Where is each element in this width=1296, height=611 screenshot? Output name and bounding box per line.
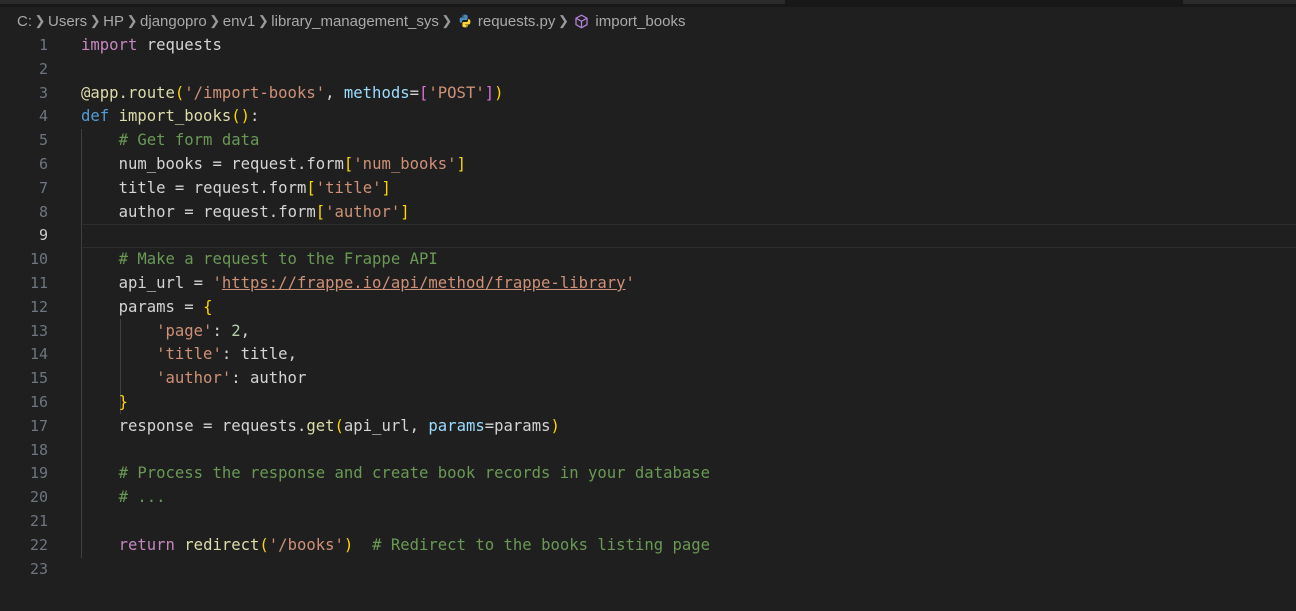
breadcrumb-item[interactable]: library_management_sys <box>271 13 439 30</box>
line-text: params = { <box>118 297 213 316</box>
code-line[interactable]: 8 author = request.form['author'] <box>0 201 1296 225</box>
breadcrumb-item[interactable]: Users <box>48 13 87 30</box>
line-text: author = request.form['author'] <box>118 202 410 221</box>
breadcrumb: C: ❯ Users ❯ HP ❯ djangopro ❯ env1 ❯ lib… <box>17 10 685 32</box>
code-line[interactable]: 22 return redirect('/books') # Redirect … <box>0 534 1296 558</box>
line-number: 1 <box>38 36 48 54</box>
breadcrumb-item[interactable]: djangopro <box>140 13 207 30</box>
code-line[interactable]: 4 def import_books(): <box>0 105 1296 129</box>
code-line[interactable]: 12 params = { <box>0 296 1296 320</box>
line-text: # Process the response and create book r… <box>118 464 711 483</box>
line-text: return redirect('/books') # Redirect to … <box>118 535 711 554</box>
line-number: 2 <box>38 59 48 78</box>
code-line[interactable]: 15 'author': author <box>0 367 1296 391</box>
code-line[interactable]: 3 @app.route('/import-books', methods=['P… <box>0 82 1296 106</box>
line-text: # Get form data <box>118 131 260 150</box>
line-text: api_url = 'https://frappe.io/api/method/… <box>118 273 635 292</box>
code-line[interactable]: 1 import requests <box>0 34 1296 58</box>
line-text: 'author': author <box>156 369 307 388</box>
code-line[interactable]: 9 <box>0 224 1296 248</box>
tab-bar-segment <box>1183 0 1296 4</box>
line-text: # ... <box>118 488 166 507</box>
code-line[interactable]: 14 'title': title, <box>0 343 1296 367</box>
chevron-right-icon: ❯ <box>89 13 101 28</box>
line-number: 10 <box>29 250 48 269</box>
line-number: 20 <box>29 488 48 507</box>
line-number: 11 <box>29 273 48 292</box>
chevron-right-icon: ❯ <box>34 13 46 28</box>
line-number: 9 <box>38 226 48 245</box>
line-text: @app.route('/import-books', methods=['PO… <box>81 83 504 102</box>
code-editor: C: ❯ Users ❯ HP ❯ djangopro ❯ env1 ❯ lib… <box>0 0 1296 611</box>
line-number: 13 <box>29 321 48 340</box>
tab-bar-strip <box>0 0 1296 7</box>
code-line[interactable]: 21 <box>0 510 1296 534</box>
code-line[interactable]: 18 <box>0 439 1296 463</box>
chevron-right-icon: ❯ <box>257 13 269 28</box>
line-number: 17 <box>29 416 48 435</box>
breadcrumb-item[interactable]: HP <box>103 13 124 30</box>
code-line[interactable]: 10 # Make a request to the Frappe API <box>0 248 1296 272</box>
code-line[interactable]: 16 } <box>0 391 1296 415</box>
code-line[interactable]: 20 # ... <box>0 486 1296 510</box>
line-number: 14 <box>29 345 48 364</box>
chevron-right-icon: ❯ <box>209 13 221 28</box>
line-number: 23 <box>29 559 48 578</box>
line-text: num_books = request.form['num_books'] <box>118 154 466 173</box>
code-line[interactable]: 6 num_books = request.form['num_books'] <box>0 153 1296 177</box>
line-text: response = requests.get(api_url, params=… <box>118 416 560 435</box>
code-line[interactable]: 11 api_url = 'https://frappe.io/api/meth… <box>0 272 1296 296</box>
python-icon <box>458 14 472 28</box>
line-number: 8 <box>38 202 48 221</box>
line-number: 22 <box>29 535 48 554</box>
code-line[interactable]: 13 'page': 2, <box>0 320 1296 344</box>
code-line[interactable]: 2 <box>0 58 1296 82</box>
line-number: 5 <box>38 131 48 150</box>
code-area[interactable]: 1 import requests 2 3 @app.route('/import-bo… <box>0 34 1296 581</box>
line-number: 12 <box>29 297 48 316</box>
line-text: 'page': 2, <box>156 321 251 340</box>
line-number: 7 <box>38 178 48 197</box>
line-number: 4 <box>38 107 48 126</box>
line-text: } <box>118 392 128 411</box>
code-line[interactable]: 17 response = requests.get(api_url, para… <box>0 415 1296 439</box>
line-number: 6 <box>38 154 48 173</box>
line-number: 21 <box>29 511 48 530</box>
code-line[interactable]: 5 # Get form data <box>0 129 1296 153</box>
line-text: 'title': title, <box>156 345 297 364</box>
line-text: def import_books(): <box>81 107 260 126</box>
line-text: # Make a request to the Frappe API <box>118 250 438 269</box>
line-number: 19 <box>29 464 48 483</box>
breadcrumb-file[interactable]: requests.py <box>478 13 556 30</box>
chevron-right-icon: ❯ <box>557 13 569 28</box>
line-number: 3 <box>38 83 48 102</box>
code-line[interactable]: 19 # Process the response and create boo… <box>0 462 1296 486</box>
line-number: 16 <box>29 392 48 411</box>
line-text: title = request.form['title'] <box>118 178 391 197</box>
method-icon <box>574 13 589 29</box>
line-text: import requests <box>81 36 222 54</box>
tab-bar-segment <box>0 0 785 4</box>
line-number: 15 <box>29 369 48 388</box>
breadcrumb-symbol[interactable]: import_books <box>595 13 685 30</box>
code-line[interactable]: 7 title = request.form['title'] <box>0 177 1296 201</box>
chevron-right-icon: ❯ <box>441 13 453 28</box>
code-line[interactable]: 23 <box>0 558 1296 582</box>
chevron-right-icon: ❯ <box>126 13 138 28</box>
breadcrumb-item[interactable]: C: <box>17 13 32 30</box>
line-number: 18 <box>29 440 48 459</box>
breadcrumb-item[interactable]: env1 <box>223 13 256 30</box>
